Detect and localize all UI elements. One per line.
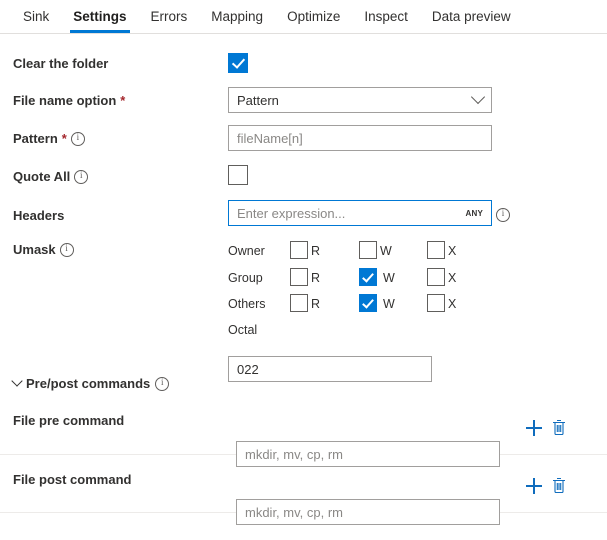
tab-optimize[interactable]: Optimize [275,0,352,33]
umask-owner-execute-checkbox[interactable] [427,241,445,259]
tab-label: Mapping [211,9,263,24]
file-post-command-input[interactable]: mkdir, mv, cp, rm [236,499,500,525]
umask-others-write-checkbox[interactable] [359,294,377,312]
tab-label: Optimize [287,9,340,24]
umask-col-letter-r: R [311,271,320,285]
prepost-commands-section-toggle[interactable]: Pre/post commands [13,376,169,391]
headers-placeholder: Enter expression... [237,206,345,221]
chevron-down-icon [11,375,22,386]
umask-group-write-checkbox[interactable] [359,268,377,286]
umask-octal-input[interactable]: 022 [228,356,432,382]
tab-sink[interactable]: Sink [11,0,61,33]
delete-icon [551,419,567,436]
headers-label: Headers [13,208,64,223]
tab-settings[interactable]: Settings [61,0,138,33]
pattern-label: Pattern * [13,131,85,146]
clear-folder-label: Clear the folder [13,56,108,71]
tab-mapping[interactable]: Mapping [199,0,275,33]
umask-owner-read-checkbox[interactable] [290,241,308,259]
file-post-command-placeholder: mkdir, mv, cp, rm [245,505,343,520]
umask-owner-write-checkbox[interactable] [359,241,377,259]
delete-pre-command-button[interactable] [551,419,567,439]
file-name-option-label: File name option * [13,93,125,108]
umask-col-letter-w: W [383,297,395,311]
umask-row-label-group: Group [228,271,263,285]
prepost-commands-label: Pre/post commands [26,376,150,391]
tab-inspect[interactable]: Inspect [352,0,420,33]
umask-col-letter-r: R [311,244,320,258]
file-name-option-dropdown[interactable]: Pattern [228,87,492,113]
file-name-option-value: Pattern [237,93,279,108]
umask-octal-value: 022 [237,362,259,377]
pattern-input[interactable]: fileName[n] [228,125,492,151]
tab-label: Errors [151,9,188,24]
info-icon[interactable] [155,377,169,391]
tab-label: Sink [23,9,49,24]
umask-row-label-owner: Owner [228,244,265,258]
quote-all-checkbox[interactable] [228,165,248,185]
quote-all-label: Quote All [13,169,88,184]
file-pre-command-placeholder: mkdir, mv, cp, rm [245,447,343,462]
umask-group-execute-checkbox[interactable] [427,268,445,286]
tab-label: Settings [73,9,126,24]
delete-icon [551,477,567,494]
umask-octal-label: Octal [228,323,257,337]
umask-group-read-checkbox[interactable] [290,268,308,286]
file-pre-command-input[interactable]: mkdir, mv, cp, rm [236,441,500,467]
umask-col-letter-w: W [380,244,392,258]
headers-info-icon-wrap [496,206,510,222]
umask-row-label-others: Others [228,297,266,311]
umask-others-read-checkbox[interactable] [290,294,308,312]
tab-data-preview[interactable]: Data preview [420,0,523,33]
tab-bar: Sink Settings Errors Mapping Optimize In… [0,0,607,34]
tab-label: Inspect [364,9,408,24]
any-type-badge: ANY [460,209,484,218]
umask-others-execute-checkbox[interactable] [427,294,445,312]
tab-errors[interactable]: Errors [139,0,200,33]
info-icon[interactable] [60,243,74,257]
tab-label: Data preview [432,9,511,24]
info-icon[interactable] [74,170,88,184]
info-icon[interactable] [71,132,85,146]
file-post-command-label: File post command [13,472,131,487]
required-marker: * [120,93,125,108]
umask-col-letter-x: X [448,244,456,258]
tab-list: Sink Settings Errors Mapping Optimize In… [0,0,607,33]
clear-folder-checkbox[interactable] [228,53,248,73]
umask-col-letter-w: W [383,271,395,285]
umask-col-letter-x: X [448,297,456,311]
info-icon[interactable] [496,208,510,222]
file-pre-command-label: File pre command [13,413,124,428]
umask-label: Umask [13,242,74,257]
umask-col-letter-x: X [448,271,456,285]
umask-col-letter-r: R [311,297,320,311]
headers-expression-input[interactable]: Enter expression... ANY [228,200,492,226]
pattern-placeholder: fileName[n] [237,131,303,146]
settings-form: Clear the folder File name option * Patt… [0,34,607,540]
delete-post-command-button[interactable] [551,477,567,497]
chevron-down-icon [471,90,485,104]
required-marker: * [62,131,67,146]
